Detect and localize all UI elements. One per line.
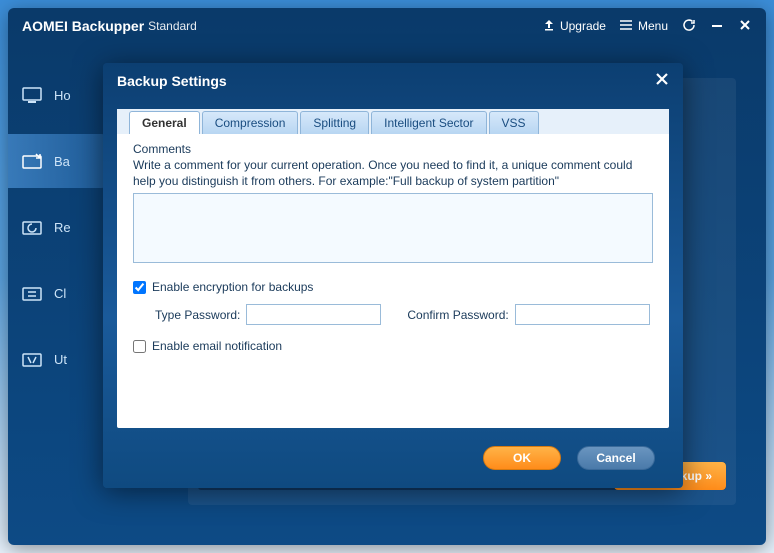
app-title: AOMEI Backupper (22, 18, 144, 34)
tab-intelligent-sector[interactable]: Intelligent Sector (371, 111, 486, 134)
tab-vss[interactable]: VSS (489, 111, 539, 134)
type-password-input[interactable] (246, 304, 381, 325)
comments-heading: Comments (133, 142, 653, 156)
close-icon (738, 18, 752, 35)
comments-description: Write a comment for your current operati… (133, 158, 653, 189)
cancel-button[interactable]: Cancel (577, 446, 655, 470)
tab-general[interactable]: General (129, 111, 200, 134)
close-app-button[interactable] (738, 18, 752, 35)
minimize-button[interactable] (710, 18, 724, 35)
sidebar-item-label: Ho (54, 88, 71, 103)
password-row: Type Password: Confirm Password: (155, 304, 653, 325)
tab-content-general: Comments Write a comment for your curren… (117, 134, 669, 365)
tab-compression[interactable]: Compression (202, 111, 299, 134)
utilities-icon (22, 350, 44, 368)
dialog-header: Backup Settings (103, 63, 683, 99)
sidebar-item-label: Ut (54, 352, 67, 367)
encryption-checkbox[interactable] (133, 281, 146, 294)
tab-splitting[interactable]: Splitting (300, 111, 369, 134)
titlebar: AOMEI Backupper Standard Upgrade Menu (8, 8, 766, 44)
minimize-icon (710, 18, 724, 35)
app-window: AOMEI Backupper Standard Upgrade Menu (8, 8, 766, 545)
menu-button[interactable]: Menu (620, 18, 668, 35)
type-password-label: Type Password: (155, 308, 240, 322)
encryption-row: Enable encryption for backups (133, 280, 653, 294)
upgrade-label: Upgrade (560, 19, 606, 33)
refresh-icon (682, 18, 696, 35)
sidebar-item-label: Re (54, 220, 71, 235)
encryption-label: Enable encryption for backups (152, 280, 313, 294)
tab-strip: General Compression Splitting Intelligen… (117, 109, 669, 134)
backup-settings-dialog: Backup Settings General Compression Spli… (103, 63, 683, 488)
backup-icon (22, 152, 44, 170)
sidebar-item-label: Ba (54, 154, 70, 169)
close-icon (655, 72, 669, 86)
email-checkbox[interactable] (133, 340, 146, 353)
home-icon (22, 86, 44, 104)
sidebar-item-label: Cl (54, 286, 66, 301)
dialog-close-button[interactable] (655, 72, 669, 91)
confirm-password-label: Confirm Password: (407, 308, 508, 322)
clone-icon (22, 284, 44, 302)
menu-label: Menu (638, 19, 668, 33)
email-row: Enable email notification (133, 339, 653, 353)
dialog-body: General Compression Splitting Intelligen… (117, 109, 669, 428)
refresh-button[interactable] (682, 18, 696, 35)
comments-input[interactable] (133, 193, 653, 263)
restore-icon (22, 218, 44, 236)
upgrade-icon (542, 18, 556, 35)
upgrade-button[interactable]: Upgrade (542, 18, 606, 35)
app-edition: Standard (148, 19, 197, 33)
dialog-title: Backup Settings (117, 73, 227, 89)
confirm-password-input[interactable] (515, 304, 650, 325)
dialog-footer: OK Cancel (483, 446, 655, 470)
ok-button[interactable]: OK (483, 446, 561, 470)
menu-icon (620, 18, 634, 35)
email-label: Enable email notification (152, 339, 282, 353)
